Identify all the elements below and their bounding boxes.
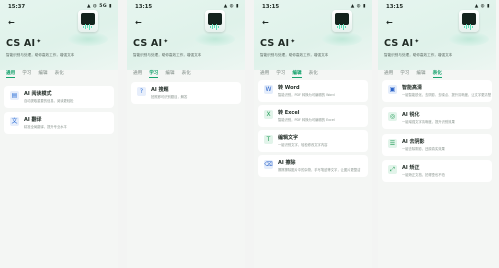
- card-desc: 一键矫正文档，拍得歪也不怕: [402, 173, 445, 177]
- robot-illustration: [68, 6, 108, 50]
- tab-optimize[interactable]: 表化: [182, 71, 191, 76]
- page-subtitle: 智能识别与处理，助你高效工作，增强文本: [6, 53, 75, 57]
- feature-card-search-question[interactable]: ? AI 搜题 拍照即可识别题目，解答: [131, 82, 241, 104]
- card-title: AI 矫正: [402, 165, 420, 171]
- sparkle-icon: ✦: [36, 38, 42, 45]
- tab-general[interactable]: 通用: [384, 71, 393, 76]
- search-question-icon: ?: [137, 87, 146, 96]
- feature-card-translate[interactable]: 文 AI 翻译 精准全局翻译，提升专业水平: [4, 112, 114, 134]
- card-title: AI 去阴影: [402, 139, 425, 145]
- perspective-icon: ⤢: [388, 165, 397, 174]
- category-tabs: 通用 学习 编辑 表化: [133, 70, 198, 76]
- tab-optimize[interactable]: 表化: [55, 71, 64, 76]
- page-title: CS AI✦: [384, 38, 420, 49]
- feature-card-smart-enhance[interactable]: ▣ 智能高清 一键智能锐化，去阴影、去噪点、提升清晰度，让文字更清楚: [382, 80, 492, 102]
- arrow-left-icon[interactable]: ←: [8, 18, 15, 27]
- card-title: AI 翻译: [24, 117, 42, 123]
- phone-screen-general: 15:37 ▲ ◍ 5G ▮ ← CS AI✦ 智能识别与处理，助你高效工作，增…: [0, 0, 118, 268]
- status-time: 15:37: [8, 4, 26, 10]
- card-title: 转 Excel: [278, 110, 300, 116]
- tab-study[interactable]: 学习: [276, 71, 285, 76]
- tab-edit[interactable]: 编辑: [416, 71, 425, 76]
- card-title: 编辑文字: [278, 135, 299, 141]
- page-subtitle: 智能识别与处理，助你高效工作，增强文本: [133, 53, 202, 57]
- sparkle-icon: ✦: [290, 38, 296, 45]
- category-tabs: 通用 学习 编辑 表化: [384, 70, 449, 76]
- feature-card-remove-shadow[interactable]: ☰ AI 去阴影 一键去除阴影，还原真实效果: [382, 134, 492, 156]
- sparkle-icon: ✦: [163, 38, 169, 45]
- card-title: 智能高清: [402, 85, 423, 91]
- feature-card-to-excel[interactable]: X 转 Excel 智能识别，PDF 转换为可编辑的 Excel: [258, 105, 368, 127]
- tab-optimize[interactable]: 表化: [309, 71, 318, 76]
- status-time: 13:15: [386, 4, 404, 10]
- robot-illustration: [322, 6, 362, 50]
- edit-text-icon: T: [264, 135, 273, 144]
- feature-card-perspective[interactable]: ⤢ AI 矫正 一键矫正文档，拍得歪也不怕: [382, 160, 492, 182]
- feature-card-erase[interactable]: ⌫ AI 擦除 擦擦擦除图片中的杂物，手写笔迹等文字，让图片更整洁: [258, 155, 368, 177]
- arrow-left-icon[interactable]: ←: [262, 18, 269, 27]
- sparkle-icon: ✦: [414, 38, 420, 45]
- arrow-left-icon[interactable]: ←: [135, 18, 142, 27]
- card-title: 转 Word: [278, 85, 300, 91]
- remove-shadow-icon: ☰: [388, 139, 397, 148]
- arrow-left-icon[interactable]: ←: [386, 18, 393, 27]
- feature-card-reading-mode[interactable]: ▤ AI 阅读模式 自动提取重要的信息，阅读更轻松: [4, 86, 114, 108]
- tab-edit[interactable]: 编辑: [38, 71, 47, 76]
- card-title: AI 擦除: [278, 160, 296, 166]
- tab-study[interactable]: 学习: [400, 71, 409, 76]
- tab-edit[interactable]: 编辑: [165, 71, 174, 76]
- card-desc: 一键识别文字，轻松修改文字内容: [278, 143, 328, 147]
- card-desc: 智能识别，PDF 转换为可编辑的 Excel: [278, 118, 335, 122]
- tab-edit[interactable]: 编辑: [292, 71, 301, 76]
- category-tabs: 通用 学习 编辑 表化: [6, 70, 71, 76]
- card-title: AI 锐化: [402, 112, 420, 118]
- card-title: AI 阅读模式: [24, 91, 52, 97]
- status-time: 13:15: [262, 4, 280, 10]
- screenshot-collage: 15:37 ▲ ◍ 5G ▮ ← CS AI✦ 智能识别与处理，助你高效工作，增…: [0, 0, 499, 268]
- page-title: CS AI✦: [260, 38, 296, 49]
- page-subtitle: 智能识别与处理，助你高效工作，增强文本: [384, 53, 453, 57]
- category-tabs: 通用 学习 编辑 表化: [260, 70, 325, 76]
- tab-general[interactable]: 通用: [6, 71, 15, 76]
- robot-illustration: [195, 6, 235, 50]
- word-icon: W: [264, 85, 273, 94]
- card-title: AI 搜题: [151, 87, 169, 93]
- card-desc: 精准全局翻译，提升专业水平: [24, 125, 67, 129]
- tab-study[interactable]: 学习: [22, 71, 31, 76]
- page-title: CS AI✦: [133, 38, 169, 49]
- tab-optimize[interactable]: 表化: [433, 71, 442, 76]
- reading-mode-icon: ▤: [10, 91, 19, 100]
- card-desc: 拍照即可识别题目，解答: [151, 95, 188, 99]
- feature-card-to-word[interactable]: W 转 Word 智能识别，PDF 转换为可编辑的 Word: [258, 80, 368, 102]
- phone-screen-study: 13:15 ▲ ◍ ▮ ← CS AI✦ 智能识别与处理，助你高效工作，增强文本…: [127, 0, 245, 268]
- page-title: CS AI✦: [6, 38, 42, 49]
- page-subtitle: 智能识别与处理，助你高效工作，增强文本: [260, 53, 329, 57]
- excel-icon: X: [264, 110, 273, 119]
- card-desc: 智能识别，PDF 转换为可编辑的 Word: [278, 93, 335, 97]
- card-desc: 一键智能锐化，去阴影、去噪点、提升清晰度，让文字更清楚: [402, 93, 492, 97]
- enhance-icon: ▣: [388, 85, 397, 94]
- status-time: 13:15: [135, 4, 153, 10]
- tab-study[interactable]: 学习: [149, 71, 158, 76]
- card-desc: 擦擦擦除图片中的杂物，手写笔迹等文字，让图片更整洁: [278, 168, 361, 172]
- tab-general[interactable]: 通用: [133, 71, 142, 76]
- feature-card-edit-text[interactable]: T 编辑文字 一键识别文字，轻松修改文字内容: [258, 130, 368, 152]
- robot-illustration: [449, 6, 489, 50]
- card-desc: 一键去除阴影，还原真实效果: [402, 147, 445, 151]
- card-desc: 自动提取重要的信息，阅读更轻松: [24, 99, 74, 103]
- feature-card-sharpen[interactable]: ◎ AI 锐化 一键增强文字清晰度，提升识别效果: [382, 107, 492, 129]
- translate-icon: 文: [10, 117, 19, 126]
- erase-icon: ⌫: [264, 160, 273, 169]
- tab-general[interactable]: 通用: [260, 71, 269, 76]
- phone-screen-edit: 13:15 ▲ ◍ ▮ ← CS AI✦ 智能识别与处理，助你高效工作，增强文本…: [254, 0, 372, 268]
- phone-screen-optimize: 13:15 ▲ ◍ ▮ ← CS AI✦ 智能识别与处理，助你高效工作，增强文本…: [378, 0, 499, 268]
- card-desc: 一键增强文字清晰度，提升识别效果: [402, 120, 455, 124]
- sharpen-icon: ◎: [388, 112, 397, 121]
